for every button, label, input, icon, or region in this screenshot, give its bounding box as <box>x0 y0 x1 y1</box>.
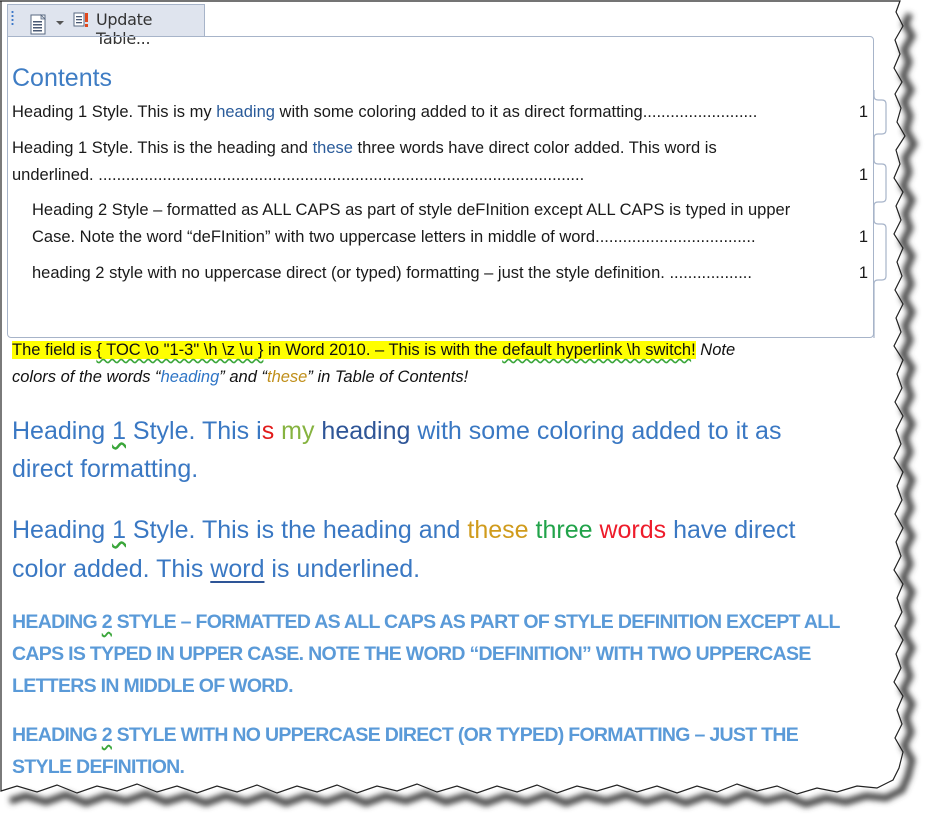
heading-underlined-word: word <box>210 555 265 583</box>
update-table-icon[interactable] <box>73 12 90 28</box>
heading-green-word: three <box>535 516 593 544</box>
toc-page-number: 1 <box>854 166 868 185</box>
heading-text: Heading <box>12 417 113 445</box>
toc-bracket-markers <box>873 90 887 338</box>
note-text: ” in Table of Contents! <box>307 368 469 386</box>
document-area: Update Table... Contents Heading 1 Style… <box>0 0 900 800</box>
heading-red-word: words <box>599 516 667 544</box>
heading-2a-line-1: HEADING 2 STYLE – FORMATTED AS ALL CAPS … <box>12 606 840 638</box>
document-toc-icon[interactable] <box>30 13 48 35</box>
toc-leader-dots: ......................... <box>642 103 758 121</box>
chevron-down-icon[interactable] <box>56 21 64 25</box>
heading-text: Style. This i <box>125 417 262 445</box>
toc-entry-2[interactable]: Heading 1 Style. This is the heading and… <box>12 139 868 158</box>
toc-entry-text: Heading 1 Style. This is the heading and <box>12 139 313 157</box>
toc-entry-colored-word: heading <box>216 103 275 121</box>
highlighted-text: The field is { TOC \o "1-3" \h \z \u } i… <box>12 341 696 359</box>
heading-1a-line-1: Heading 1 Style. This is my heading with… <box>12 412 781 450</box>
toc-entry-text: underlined. <box>12 166 99 184</box>
heading-2a-line-2: CAPS IS TYPED IN UPPER CASE. NOTE THE WO… <box>12 643 811 665</box>
toc-page-number: 1 <box>854 264 868 283</box>
toc-entry-2-line-2[interactable]: underlined. ............................… <box>12 166 868 185</box>
toc-entry-3[interactable]: Heading 2 Style – formatted as ALL CAPS … <box>32 201 868 220</box>
screenshot-page: Update Table... Contents Heading 1 Style… <box>0 0 925 817</box>
heading-2a-line-3: LETTERS IN MIDDLE OF WORD. <box>12 675 293 697</box>
toc-content-control-tab: Update Table... <box>7 4 205 48</box>
heading-1b-line-2: color added. This word is underlined. <box>12 550 420 588</box>
toc-leader-dots: .................................. <box>599 228 756 246</box>
toc-entry-1[interactable]: Heading 1 Style. This is my heading with… <box>12 103 868 122</box>
field-code: { TOC \o "1-3" \h \z \u } <box>96 341 264 359</box>
toc-entry-text: with some coloring added to it as direct… <box>274 103 643 121</box>
toc-entry-text: Heading 2 Style – formatted as ALL CAPS … <box>32 201 791 219</box>
heading-number: 2 <box>101 724 113 746</box>
heading-1b-line-1: Heading 1 Style. This is the heading and… <box>12 511 795 549</box>
heading-2b-line-1: HEADING 2 STYLE WITH NO UPPERCASE DIRECT… <box>12 719 799 751</box>
field-note-line-2: colors of the words “heading” and “these… <box>12 368 468 387</box>
switch-text: default hyperlink \h switch <box>502 341 692 359</box>
heading-text: have direct <box>666 516 796 544</box>
toc-entry-text: three words have direct color added. Thi… <box>352 139 717 157</box>
field-note-line-1: The field is { TOC \o "1-3" \h \z \u } i… <box>12 341 735 360</box>
heading-green-word: my <box>281 417 315 445</box>
toc-leader-dots: .................. <box>669 264 752 282</box>
note-text: ” and “ <box>219 368 267 386</box>
heading-number: 1 <box>112 516 126 544</box>
note-word-heading: heading <box>160 368 220 386</box>
toc-entry-text: heading 2 style with no uppercase direct… <box>32 264 670 282</box>
toc-page-number: 1 <box>854 228 868 247</box>
toc-entry-4[interactable]: heading 2 style with no uppercase direct… <box>32 264 868 283</box>
note-text: The field is <box>12 341 97 359</box>
heading-text: color added. This <box>12 555 211 583</box>
toc-leader-dots: ........................................… <box>98 166 585 184</box>
heading-2b-line-2: STYLE DEFINITION. <box>12 756 185 778</box>
heading-text: is underlined. <box>264 555 421 583</box>
heading-number: 1 <box>112 417 126 445</box>
heading-text: HEADING <box>12 611 102 633</box>
toc-content-control[interactable] <box>7 36 874 338</box>
toc-entry-3-line-2[interactable]: Case. Note the word “deFInition” with tw… <box>32 228 868 247</box>
toc-page-number: 1 <box>858 103 868 121</box>
heading-text: Style. This is the heading and <box>125 516 468 544</box>
heading-text: HEADING <box>12 724 102 746</box>
note-italic-text: Note <box>695 341 736 359</box>
toc-entry-text: Heading 1 Style. This is my <box>12 103 217 121</box>
heading-red-letter: s <box>261 417 275 445</box>
drag-handle-icon[interactable] <box>11 10 14 26</box>
heading-text: STYLE WITH NO UPPERCASE DIRECT (OR TYPED… <box>111 724 799 746</box>
heading-number: 2 <box>101 611 113 633</box>
note-text: colors of the words “ <box>12 368 161 386</box>
heading-1a-line-2: direct formatting. <box>12 455 199 483</box>
toc-entry-text: Case. Note the word “deFInition” with tw… <box>32 228 600 246</box>
toc-entry-colored-word: these <box>312 139 353 157</box>
heading-text: with some coloring added to it as <box>410 417 782 445</box>
heading-text: STYLE – FORMATTED AS ALL CAPS AS PART OF… <box>111 611 841 633</box>
heading-navy-word: heading <box>321 417 411 445</box>
toc-title: Contents <box>12 64 113 92</box>
heading-gold-word: these <box>467 516 529 544</box>
heading-text: Heading <box>12 516 113 544</box>
heading-text <box>529 516 536 544</box>
note-text: in Word 2010. – This is with the <box>263 341 503 359</box>
note-word-these: these <box>266 368 308 386</box>
